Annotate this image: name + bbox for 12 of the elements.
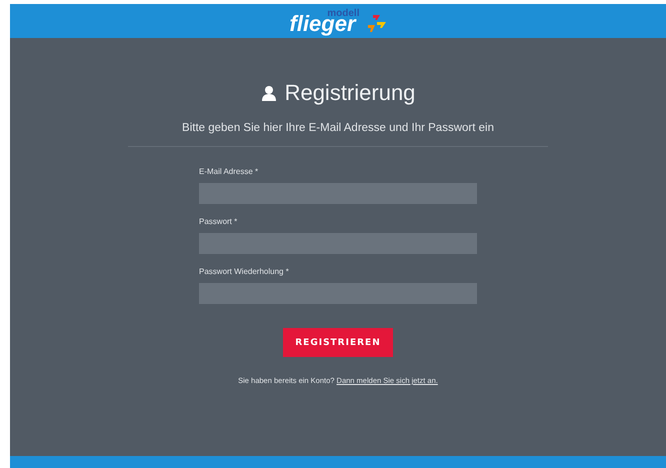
form-subtitle: Bitte geben Sie hier Ihre E-Mail Adresse und Ihr Passwort ein	[182, 122, 494, 134]
field-label: Passwort Wiederholung *	[199, 267, 289, 276]
field-label: Passwort *	[199, 217, 238, 226]
field-label: E-Mail Adresse *	[199, 167, 258, 176]
logo-text: modell	[327, 8, 360, 19]
form-title: Registrierung	[284, 80, 416, 106]
input-field[interactable]	[199, 183, 477, 204]
logo-icon[interactable]	[366, 13, 386, 35]
input-field[interactable]	[199, 283, 477, 304]
input-field[interactable]	[199, 233, 477, 254]
register-button[interactable]: REGISTRIEREN	[283, 328, 393, 357]
user-icon	[260, 85, 277, 101]
